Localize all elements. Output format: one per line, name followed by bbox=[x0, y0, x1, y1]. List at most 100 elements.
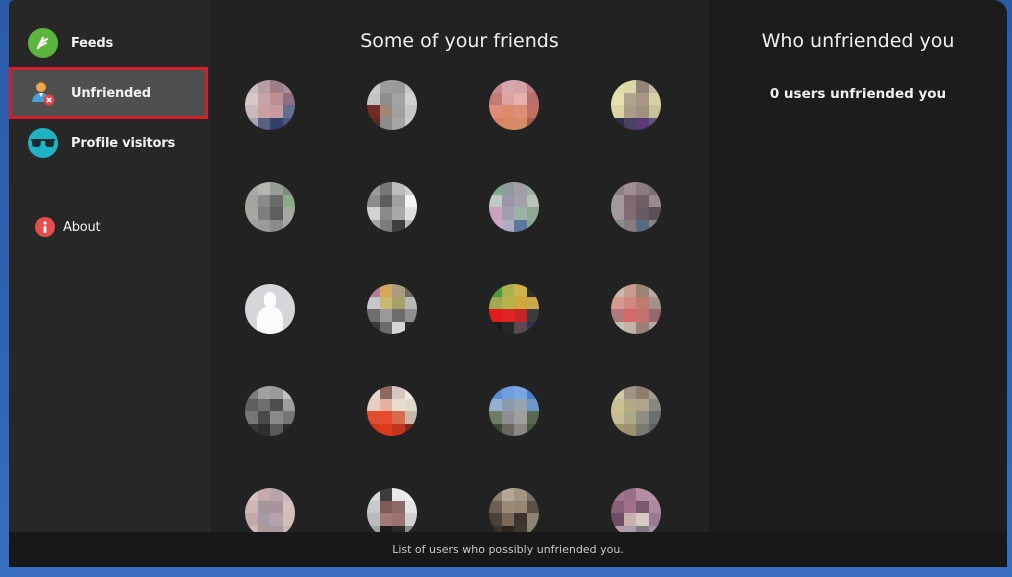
avatar-pixel bbox=[392, 117, 405, 130]
avatar-pixel bbox=[623, 309, 636, 322]
feeds-icon bbox=[28, 28, 58, 58]
friend-avatar[interactable] bbox=[611, 182, 661, 232]
avatar-pixel bbox=[367, 321, 380, 334]
friend-avatar[interactable] bbox=[245, 488, 295, 538]
friend-avatar[interactable] bbox=[611, 386, 661, 436]
avatar-pixel bbox=[526, 182, 539, 195]
avatar-pixel bbox=[392, 309, 405, 322]
sidebar-item-unfriended[interactable]: Unfriended bbox=[9, 67, 208, 119]
avatar-pixel bbox=[282, 513, 295, 526]
app-window: Feeds Unfriended Profile visitors About … bbox=[9, 0, 1007, 567]
avatar-pixel bbox=[270, 500, 283, 513]
avatar-pixel bbox=[404, 296, 417, 309]
avatar-pixel bbox=[501, 411, 514, 424]
avatar-pixel bbox=[526, 513, 539, 526]
avatar-pixel bbox=[526, 488, 539, 501]
avatar-pixel bbox=[636, 194, 649, 207]
avatar-pixel bbox=[270, 182, 283, 195]
avatar-pixel bbox=[270, 513, 283, 526]
sidebar-item-about[interactable]: About bbox=[9, 201, 208, 253]
avatar-pixel bbox=[379, 105, 392, 118]
avatar-pixel bbox=[501, 321, 514, 334]
avatar-pixel bbox=[245, 411, 258, 424]
avatar-pixel bbox=[501, 194, 514, 207]
sidebar-item-profile-visitors[interactable]: Profile visitors bbox=[9, 117, 208, 169]
avatar-pixel bbox=[623, 296, 636, 309]
friend-avatar[interactable] bbox=[367, 284, 417, 334]
friend-avatar[interactable] bbox=[489, 284, 539, 334]
avatar-pixel bbox=[379, 182, 392, 195]
avatar-pixel bbox=[404, 80, 417, 93]
avatar-pixel bbox=[282, 207, 295, 220]
avatar-pixel bbox=[611, 423, 624, 436]
avatar-pixel bbox=[526, 194, 539, 207]
sidebar-item-feeds[interactable]: Feeds bbox=[9, 17, 208, 69]
avatar-pixel bbox=[392, 500, 405, 513]
avatar-pixel bbox=[270, 423, 283, 436]
avatar-pixel bbox=[623, 117, 636, 130]
friend-avatar[interactable] bbox=[489, 80, 539, 130]
avatar-pixel bbox=[636, 284, 649, 297]
avatar-pixel bbox=[404, 207, 417, 220]
friend-avatar[interactable] bbox=[611, 284, 661, 334]
avatar-pixel bbox=[282, 219, 295, 232]
avatar-pixel bbox=[514, 117, 527, 130]
friends-grid bbox=[210, 0, 709, 538]
friend-avatar[interactable] bbox=[245, 80, 295, 130]
avatar-pixel bbox=[489, 219, 502, 232]
friend-avatar[interactable] bbox=[489, 488, 539, 538]
avatar-pixel bbox=[392, 284, 405, 297]
avatar-pixel bbox=[611, 105, 624, 118]
avatar-pixel bbox=[623, 321, 636, 334]
avatar-pixel bbox=[636, 321, 649, 334]
avatar-pixel bbox=[367, 398, 380, 411]
friend-avatar[interactable] bbox=[367, 386, 417, 436]
avatar-pixel bbox=[367, 219, 380, 232]
avatar-pixel bbox=[282, 411, 295, 424]
friend-avatar[interactable] bbox=[367, 182, 417, 232]
avatar-pixel bbox=[526, 80, 539, 93]
friend-avatar[interactable] bbox=[367, 488, 417, 538]
status-footer: List of users who possibly unfriended yo… bbox=[9, 532, 1007, 567]
avatar-pixel bbox=[526, 92, 539, 105]
avatar-pixel bbox=[501, 488, 514, 501]
avatar-pixel bbox=[392, 182, 405, 195]
avatar-pixel bbox=[245, 500, 258, 513]
avatar-pixel bbox=[514, 309, 527, 322]
friend-avatar[interactable] bbox=[611, 488, 661, 538]
avatar-pixel bbox=[514, 321, 527, 334]
friend-avatar[interactable] bbox=[367, 80, 417, 130]
unfriended-panel: Who unfriended you 0 users unfriended yo… bbox=[709, 0, 1007, 532]
avatar-pixel bbox=[379, 284, 392, 297]
avatar-pixel bbox=[623, 500, 636, 513]
avatar-pixel bbox=[489, 488, 502, 501]
unfriended-title: Who unfriended you bbox=[761, 30, 955, 52]
unfriended-count: 0 users unfriended you bbox=[769, 86, 947, 102]
avatar-pixel bbox=[636, 411, 649, 424]
friend-avatar[interactable] bbox=[489, 386, 539, 436]
avatar-pixel bbox=[489, 398, 502, 411]
avatar-pixel bbox=[367, 386, 380, 399]
friend-avatar[interactable] bbox=[611, 80, 661, 130]
avatar-pixel bbox=[526, 284, 539, 297]
avatar-pixel bbox=[379, 80, 392, 93]
friend-avatar[interactable] bbox=[245, 284, 295, 334]
avatar-pixel bbox=[270, 488, 283, 501]
avatar-pixel bbox=[611, 284, 624, 297]
avatar-pixel bbox=[514, 92, 527, 105]
friend-avatar[interactable] bbox=[245, 386, 295, 436]
avatar-pixel bbox=[270, 207, 283, 220]
avatar-pixel bbox=[404, 398, 417, 411]
avatar-pixel bbox=[367, 182, 380, 195]
avatar-pixel bbox=[648, 117, 661, 130]
friend-avatar[interactable] bbox=[489, 182, 539, 232]
friend-avatar[interactable] bbox=[245, 182, 295, 232]
avatar-pixel bbox=[623, 398, 636, 411]
avatar-pixel bbox=[245, 80, 258, 93]
avatar-pixel bbox=[489, 194, 502, 207]
avatar-pixel bbox=[514, 284, 527, 297]
avatar-pixel bbox=[611, 500, 624, 513]
avatar-pixel bbox=[257, 219, 270, 232]
avatar-pixel bbox=[404, 321, 417, 334]
avatar-pixel bbox=[379, 423, 392, 436]
